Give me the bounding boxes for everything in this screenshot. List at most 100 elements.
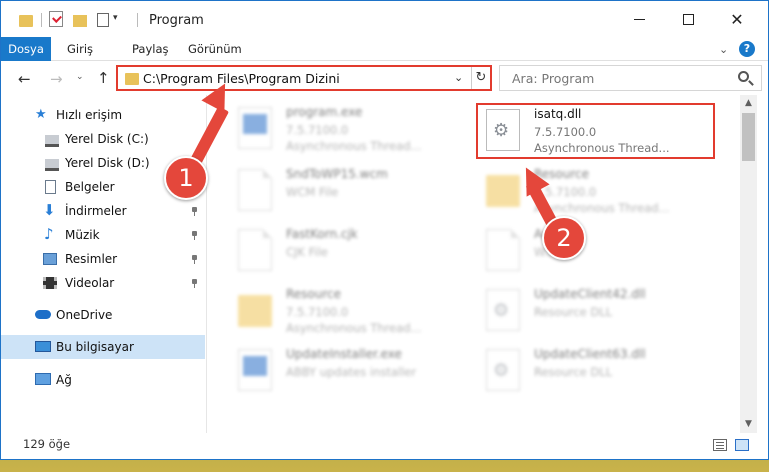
scroll-thumb[interactable] [742, 113, 755, 161]
close-button[interactable]: ✕ [714, 1, 760, 37]
tab-view[interactable]: Görünüm [188, 37, 242, 61]
exe-icon [238, 349, 272, 391]
exe-icon [238, 107, 272, 149]
help-icon[interactable]: ? [739, 41, 755, 57]
file-detail: WCM File [286, 185, 339, 199]
sidebar-item-videos[interactable]: Videolar [1, 271, 205, 295]
customize-icon[interactable] [97, 13, 109, 27]
pictures-icon [43, 253, 57, 265]
new-folder-icon[interactable] [73, 15, 87, 27]
sidebar-item-label: Bu bilgisayar [56, 340, 134, 354]
explorer-window: ▾ Program ✕ Dosya Giriş Paylaş Görünüm ⌄… [0, 0, 769, 460]
file-name: UpdateClient63.dll [534, 347, 646, 361]
file-tile[interactable]: UpdateInstaller.exe ABBY updates install… [232, 343, 472, 401]
sidebar-item-label: Resimler [65, 252, 118, 266]
file-tile[interactable]: SndToWP15.wcm WCM File [232, 163, 472, 221]
address-bar[interactable]: C:\Program Files\Program Dizini ⌄ ↻ [116, 65, 492, 91]
sidebar-item-label: Yerel Disk (C:) [65, 132, 149, 146]
file-detail: Asynchronous Thread... [286, 139, 422, 153]
file-name: Resource [286, 287, 342, 301]
tab-home[interactable]: Giriş [67, 37, 93, 61]
highlight-box [476, 103, 715, 159]
properties-check-icon[interactable] [49, 11, 63, 27]
title-bar: ▾ Program ✕ [1, 1, 768, 37]
sidebar-item-label: Ağ [56, 373, 72, 387]
separator [41, 13, 42, 27]
file-tile[interactable]: UpdateClient42.dll Resource DLL [480, 283, 720, 341]
file-detail: 7.5.7100.0 [286, 123, 349, 137]
file-name: program.exe [286, 105, 363, 119]
expand-ribbon-icon[interactable]: ⌄ [719, 43, 728, 56]
sidebar-item-label: Yerel Disk (D:) [65, 156, 150, 170]
drive-icon [45, 135, 59, 147]
file-name: UpdateClient42.dll [534, 287, 646, 301]
pin-icon[interactable] [191, 255, 198, 264]
address-path[interactable]: C:\Program Files\Program Dizini [143, 71, 340, 86]
search-input[interactable]: Ara: Program [499, 65, 762, 91]
recent-locations-icon[interactable]: ⌄ [76, 72, 84, 82]
large-icons-view-icon[interactable] [735, 439, 749, 451]
file-detail: ABBY updates installer [286, 365, 417, 379]
up-arrow-icon[interactable]: ↑ [97, 69, 110, 87]
sidebar-item-onedrive[interactable]: OneDrive [1, 303, 205, 327]
file-detail: Resource DLL [534, 365, 613, 379]
file-icon [238, 229, 272, 271]
vertical-scrollbar[interactable]: ▲ ▼ [740, 95, 757, 433]
sidebar-item-pictures[interactable]: Resimler [1, 247, 205, 271]
scroll-up-icon[interactable]: ▲ [740, 95, 757, 112]
forward-arrow-icon[interactable]: → [50, 70, 63, 88]
sidebar-item-label: OneDrive [56, 308, 113, 322]
dll-gear-icon [486, 349, 520, 391]
file-tile[interactable]: FastKorn.cjk CJK File [232, 223, 472, 281]
search-placeholder: Ara: Program [512, 71, 595, 86]
refresh-icon[interactable]: ↻ [471, 67, 490, 89]
file-name: SndToWP15.wcm [286, 167, 388, 181]
window-title: Program [149, 13, 204, 28]
navigation-bar: ← → ⌄ ↑ C:\Program Files\Program Dizini … [1, 61, 768, 95]
step-badge-1: 1 [164, 156, 208, 200]
details-view-icon[interactable] [713, 439, 727, 451]
pin-icon[interactable] [191, 207, 198, 216]
minimize-button[interactable] [616, 1, 662, 37]
dll-gear-icon [486, 289, 520, 331]
folder-icon [125, 73, 139, 85]
sidebar-item-label: İndirmeler [65, 204, 127, 218]
separator [137, 13, 138, 27]
file-detail: 7.5.7100.0 [286, 305, 349, 319]
sidebar-item-quick-access[interactable]: ★ Hızlı erişim [1, 103, 205, 127]
sidebar-item-this-pc[interactable]: Bu bilgisayar [1, 335, 205, 359]
search-icon [738, 71, 749, 82]
music-icon: ♪ [44, 225, 54, 243]
minimize-icon [633, 18, 645, 20]
drive-icon [45, 159, 59, 171]
step-badge-2: 2 [542, 216, 586, 260]
sidebar-item-label: Hızlı erişim [56, 108, 123, 122]
file-tile[interactable]: program.exe 7.5.7100.0 Asynchronous Thre… [232, 101, 472, 159]
navigation-pane: ★ Hızlı erişim Yerel Disk (C:) Yerel Dis… [1, 95, 207, 433]
pin-icon[interactable] [191, 279, 198, 288]
documents-icon [45, 180, 56, 194]
file-tile[interactable]: Resource 7.5.7100.0 Asynchronous Thread.… [232, 283, 472, 341]
pin-icon[interactable] [191, 231, 198, 240]
maximize-button[interactable] [665, 1, 711, 37]
chevron-down-icon[interactable]: ▾ [113, 13, 118, 23]
ribbon-tabs: Dosya Giriş Paylaş Görünüm [1, 37, 768, 61]
tab-file[interactable]: Dosya [1, 37, 51, 61]
tab-share[interactable]: Paylaş [132, 37, 169, 61]
sidebar-item-network[interactable]: Ağ [1, 368, 205, 392]
file-detail: Asynchronous Thread... [534, 201, 670, 215]
file-tile[interactable]: UpdateClient63.dll Resource DLL [480, 343, 720, 401]
folder-icon [486, 175, 520, 207]
close-icon: ✕ [730, 9, 744, 29]
maximize-icon [682, 13, 694, 25]
scroll-down-icon[interactable]: ▼ [740, 416, 757, 433]
file-tile[interactable]: Ara...d W... [480, 223, 720, 281]
folder-icon [19, 15, 33, 27]
sidebar-item-music[interactable]: ♪ Müzik [1, 223, 205, 247]
sidebar-item-local-disk-c[interactable]: Yerel Disk (C:) [1, 127, 205, 151]
file-detail: Resource DLL [534, 305, 613, 319]
chevron-down-icon[interactable]: ⌄ [454, 71, 463, 84]
sidebar-item-downloads[interactable]: ⬇ İndirmeler [1, 199, 205, 223]
file-name: UpdateInstaller.exe [286, 347, 402, 361]
back-arrow-icon[interactable]: ← [18, 70, 31, 88]
